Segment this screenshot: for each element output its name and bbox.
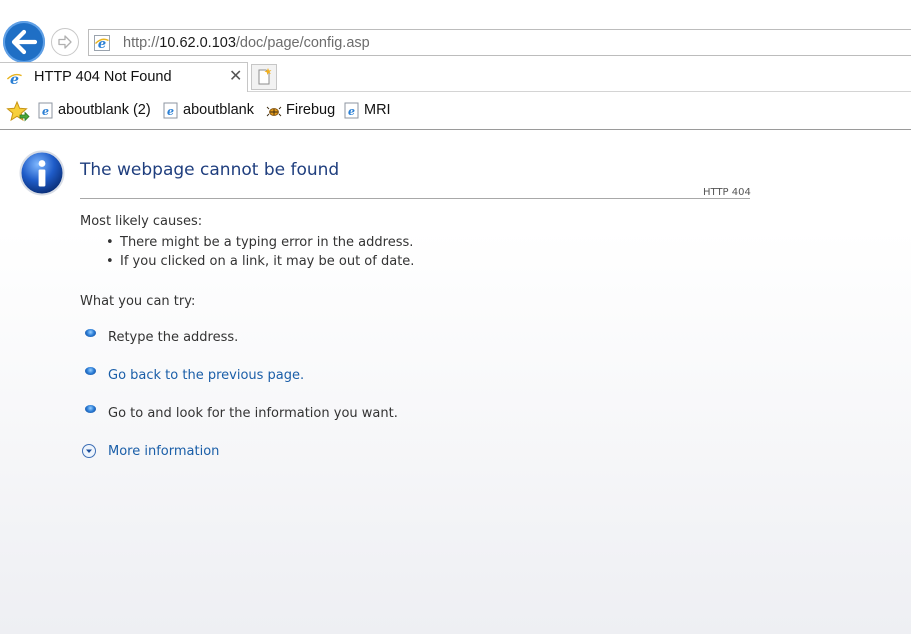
back-button[interactable] [3, 21, 45, 63]
page-title: The webpage cannot be found [80, 160, 340, 180]
go-back-link[interactable]: Go back to the previous page. [108, 368, 304, 383]
cause-text: There might be a typing error in the add… [120, 235, 414, 250]
svg-text:e: e [348, 105, 355, 118]
expand-chevron-icon[interactable] [82, 444, 96, 458]
try-heading: What you can try: [80, 294, 196, 309]
favorite-label: aboutblank [183, 102, 254, 118]
cause-item: If you clicked on a link, it may be out … [106, 254, 414, 269]
favorite-aboutblank-2[interactable]: e aboutblank (2) [38, 101, 158, 121]
forward-button[interactable] [51, 28, 79, 56]
blue-bullet-icon [85, 367, 96, 375]
ie-page-icon: e [94, 35, 110, 52]
chevron-down-icon [86, 449, 92, 453]
favorites-star-icon[interactable] [6, 100, 30, 124]
info-icon [19, 150, 65, 196]
url-path: /doc/page/config.asp [235, 35, 370, 51]
favorite-mri[interactable]: e MRI [344, 101, 394, 121]
ie-page-icon: e [163, 102, 178, 119]
tab-strip: e HTTP 404 Not Found ✕ [0, 62, 911, 93]
svg-text:e: e [167, 105, 174, 118]
url-scheme: http:// [123, 35, 160, 51]
blue-bullet-icon [85, 405, 96, 413]
address-bar[interactable]: e http://10.62.0.103/doc/page/config.asp [88, 29, 911, 56]
firebug-icon [266, 106, 282, 117]
tab-close-button[interactable]: ✕ [229, 68, 242, 86]
new-tab-button[interactable] [251, 64, 277, 90]
svg-text:e: e [42, 105, 49, 118]
retype-address-text: Retype the address. [108, 330, 239, 345]
favorites-bar: e aboutblank (2) e aboutblank Firebug e … [0, 92, 911, 130]
more-information-link[interactable]: More information [108, 444, 219, 459]
cause-item: There might be a typing error in the add… [106, 235, 413, 250]
title-divider [80, 198, 750, 199]
blue-bullet-icon [85, 329, 96, 337]
back-arrow-icon [11, 29, 38, 55]
tab-title: HTTP 404 Not Found [34, 69, 172, 85]
go-to-home-text: Go to and look for the information you w… [108, 406, 398, 421]
tab-active[interactable]: e HTTP 404 Not Found ✕ [0, 62, 248, 93]
favorite-aboutblank[interactable]: e aboutblank [163, 101, 261, 121]
navigation-bar: e http://10.62.0.103/doc/page/config.asp [0, 0, 911, 63]
favorite-label: MRI [364, 102, 391, 118]
forward-arrow-icon [58, 35, 72, 49]
address-url[interactable]: http://10.62.0.103/doc/page/config.asp [123, 35, 370, 51]
cause-text: If you clicked on a link, it may be out … [120, 254, 415, 269]
http-status-code: HTTP 404 [703, 187, 751, 198]
error-page: The webpage cannot be found HTTP 404 Mos… [0, 130, 911, 634]
favorite-label: aboutblank (2) [58, 102, 151, 118]
favorite-firebug[interactable]: Firebug [266, 101, 338, 121]
ie-page-icon: e [344, 102, 359, 119]
ie-page-icon: e [38, 102, 53, 119]
new-tab-icon [258, 68, 272, 85]
causes-heading: Most likely causes: [80, 214, 203, 229]
url-host: 10.62.0.103 [159, 35, 236, 51]
favorite-label: Firebug [286, 102, 336, 118]
ie-page-icon: e [6, 72, 22, 87]
